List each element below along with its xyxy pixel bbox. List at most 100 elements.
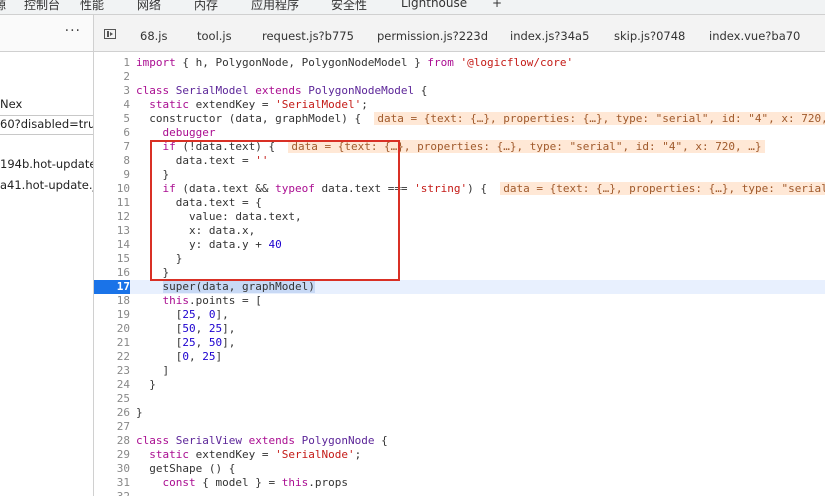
code-line: 28 class SerialView extends PolygonNode …: [94, 434, 825, 448]
line-number[interactable]: 5: [94, 112, 130, 126]
code-line: 13 x: data.x,: [94, 224, 825, 238]
line-number[interactable]: 3: [94, 84, 130, 98]
code-line: 20 [50, 25],: [94, 322, 825, 336]
code-line: 5 constructor (data, graphModel) { data …: [94, 112, 825, 126]
tab-sources[interactable]: 源: [0, 0, 6, 13]
line-number[interactable]: 8: [94, 154, 130, 168]
code-text: ]: [136, 364, 170, 377]
navigator-item[interactable]: Nex: [0, 97, 22, 111]
tab-application[interactable]: 应用程序: [251, 0, 299, 13]
file-navigator: ··· Nex 60?disabled=true& 194b.hot-updat…: [0, 15, 94, 496]
line-number[interactable]: 4: [94, 98, 130, 112]
code-text: [50, 25],: [136, 322, 236, 335]
file-tab[interactable]: 68.js: [140, 29, 167, 43]
more-options-icon[interactable]: ···: [65, 23, 81, 39]
line-number[interactable]: 9: [94, 168, 130, 182]
code-line: 23 ]: [94, 364, 825, 378]
tab-security[interactable]: 安全性: [331, 0, 367, 13]
code-line: 7 if (!data.text) { data = {text: {…}, p…: [94, 140, 825, 154]
devtools-panel-tabs: 源 控制台 性能 网络 内存 应用程序 安全性 Lighthouse +: [0, 0, 825, 15]
file-tab[interactable]: request.js?b775: [262, 29, 354, 43]
line-number[interactable]: 15: [94, 252, 130, 266]
line-number[interactable]: 27: [94, 420, 130, 434]
code-text: }: [136, 378, 156, 391]
line-number[interactable]: 13: [94, 224, 130, 238]
tab-lighthouse[interactable]: Lighthouse: [401, 0, 467, 10]
navigator-item[interactable]: a41.hot-update.js: [0, 178, 93, 192]
file-tab[interactable]: permission.js?223d: [377, 29, 488, 43]
code-text: debugger: [162, 126, 216, 139]
inline-variable-value[interactable]: data = {text: {…}, properties: {…}, type…: [500, 182, 825, 195]
tab-memory[interactable]: 内存: [194, 0, 218, 13]
code-editor[interactable]: 1 import { h, PolygonNode, PolygonNodeMo…: [94, 52, 825, 496]
tab-console[interactable]: 控制台: [24, 0, 60, 13]
line-number[interactable]: 21: [94, 336, 130, 350]
code-text: getShape () {: [136, 462, 236, 475]
navigator-item[interactable]: 194b.hot-update.j: [0, 157, 93, 171]
code-line: 29 static extendKey = 'SerialNode';: [94, 448, 825, 462]
line-number[interactable]: 18: [94, 294, 130, 308]
paused-statement: super(data, graphModel): [162, 280, 315, 293]
code-text: [0, 25]: [136, 350, 223, 363]
tab-network[interactable]: 网络: [137, 0, 161, 13]
code-line: 15 }: [94, 252, 825, 266]
code-text: if (!data.text) { data = {text: {…}, pro…: [136, 140, 765, 154]
line-number[interactable]: 24: [94, 378, 130, 392]
code-line: 30 getShape () {: [94, 462, 825, 476]
file-tab[interactable]: skip.js?0748: [614, 29, 685, 43]
line-number[interactable]: 11: [94, 196, 130, 210]
line-number[interactable]: 7: [94, 140, 130, 154]
line-number[interactable]: 14: [94, 238, 130, 252]
line-number[interactable]: 31: [94, 476, 130, 490]
code-line: 14 y: data.y + 40: [94, 238, 825, 252]
code-text: const { model } = this.props: [162, 476, 348, 489]
line-number[interactable]: 32: [94, 490, 130, 496]
line-number[interactable]: 22: [94, 350, 130, 364]
code-text: class SerialModel extends PolygonNodeMod…: [136, 84, 428, 97]
code-text: static extendKey = 'SerialModel';: [149, 98, 368, 111]
line-number[interactable]: 30: [94, 462, 130, 476]
code-line: 18 this.points = [: [94, 294, 825, 308]
code-line: 4 static extendKey = 'SerialModel';: [94, 98, 825, 112]
file-tab[interactable]: tool.js: [197, 29, 232, 43]
inline-variable-value[interactable]: data = {text: {…}, properties: {…}, type…: [288, 140, 765, 153]
code-text: }: [136, 168, 170, 181]
line-number[interactable]: 19: [94, 308, 130, 322]
tab-performance[interactable]: 性能: [80, 0, 104, 13]
code-text: static extendKey = 'SerialNode';: [149, 448, 362, 461]
code-text: }: [136, 252, 183, 265]
line-number[interactable]: 10: [94, 182, 130, 196]
code-line: 10 if (data.text && typeof data.text ===…: [94, 182, 825, 196]
line-number[interactable]: 25: [94, 392, 130, 406]
file-tab[interactable]: index.vue?ba70: [709, 29, 800, 43]
code-line: 26 }: [94, 406, 825, 420]
add-tab-icon[interactable]: +: [492, 0, 502, 10]
code-line: 11 data.text = {: [94, 196, 825, 210]
code-line: 25: [94, 392, 825, 406]
line-number[interactable]: 28: [94, 434, 130, 448]
line-number[interactable]: 20: [94, 322, 130, 336]
line-number[interactable]: 26: [94, 406, 130, 420]
line-number[interactable]: 12: [94, 210, 130, 224]
line-number[interactable]: 6: [94, 126, 130, 140]
toggle-navigator-icon[interactable]: [104, 29, 116, 39]
code-line: 32: [94, 490, 825, 496]
line-number[interactable]: 29: [94, 448, 130, 462]
line-number[interactable]: 2: [94, 70, 130, 84]
code-text: }: [136, 266, 170, 279]
line-number[interactable]: 1: [94, 56, 130, 70]
code-line: 3 class SerialModel extends PolygonNodeM…: [94, 84, 825, 98]
code-text: y: data.y + 40: [136, 238, 282, 251]
inline-variable-value[interactable]: data = {text: {…}, properties: {…}, type…: [374, 112, 825, 125]
line-number[interactable]: 17: [94, 280, 130, 294]
code-line: 24 }: [94, 378, 825, 392]
code-text: value: data.text,: [136, 210, 302, 223]
line-number[interactable]: 23: [94, 364, 130, 378]
code-line: 19 [25, 0],: [94, 308, 825, 322]
code-line: 8 data.text = '': [94, 154, 825, 168]
code-line: 12 value: data.text,: [94, 210, 825, 224]
line-number[interactable]: 16: [94, 266, 130, 280]
file-tab[interactable]: index.js?34a5: [510, 29, 589, 43]
code-text: data.text = '': [136, 154, 269, 167]
navigator-item[interactable]: 60?disabled=true&: [0, 117, 93, 131]
